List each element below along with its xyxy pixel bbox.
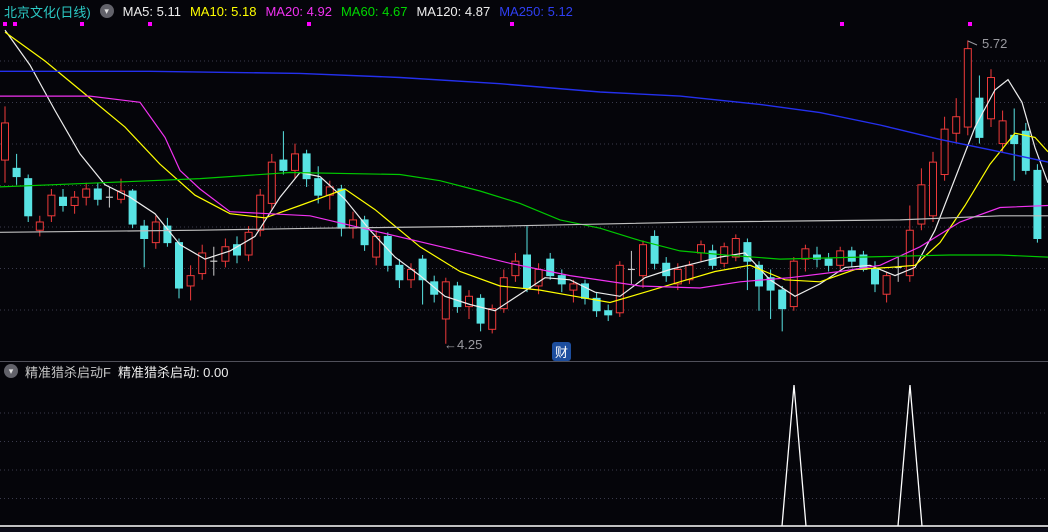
ma5-label: MA5: 5.11 [122, 3, 181, 19]
ma10-label: MA10: 5.18 [189, 3, 257, 19]
main-chart-header: 北京文化(日线) ▾ MA5: 5.11 MA10: 5.18 MA20: 4.… [4, 0, 573, 22]
low-price-annotation: ←4.25 [444, 337, 482, 352]
indicator-panel-header: ▾ 精准猎杀启动F 精准猎杀启动: 0.00 [4, 363, 229, 380]
ma250-label: MA250: 5.12 [499, 3, 573, 19]
ma-line-ma250 [0, 70, 1048, 163]
chevron-down-icon[interactable]: ▾ [99, 4, 114, 18]
bottom-strip [0, 528, 1048, 532]
indicator-spike [897, 384, 923, 527]
symbol-title: 北京文化(日线) [4, 4, 91, 20]
high-price-annotation: 5.72 [982, 36, 1007, 51]
indicator-spike [781, 384, 807, 527]
indicator-title: 精准猎杀启动F [25, 364, 111, 380]
ma120-label: MA120: 4.87 [416, 3, 491, 19]
chart-canvas[interactable]: 5.72 ←4.25 [0, 0, 1048, 532]
ma20-label: MA20: 4.92 [265, 3, 332, 19]
chevron-down-icon[interactable]: ▾ [4, 364, 18, 378]
stock-chart-window: 5.72 ←4.25 北京文化(日线) ▾ MA5: 5.11 MA10: 5.1… [0, 0, 1048, 532]
watermark-logo: 财 [552, 342, 571, 361]
ma60-label: MA60: 4.67 [340, 3, 408, 19]
indicator-value: 精准猎杀启动: 0.00 [117, 364, 229, 380]
